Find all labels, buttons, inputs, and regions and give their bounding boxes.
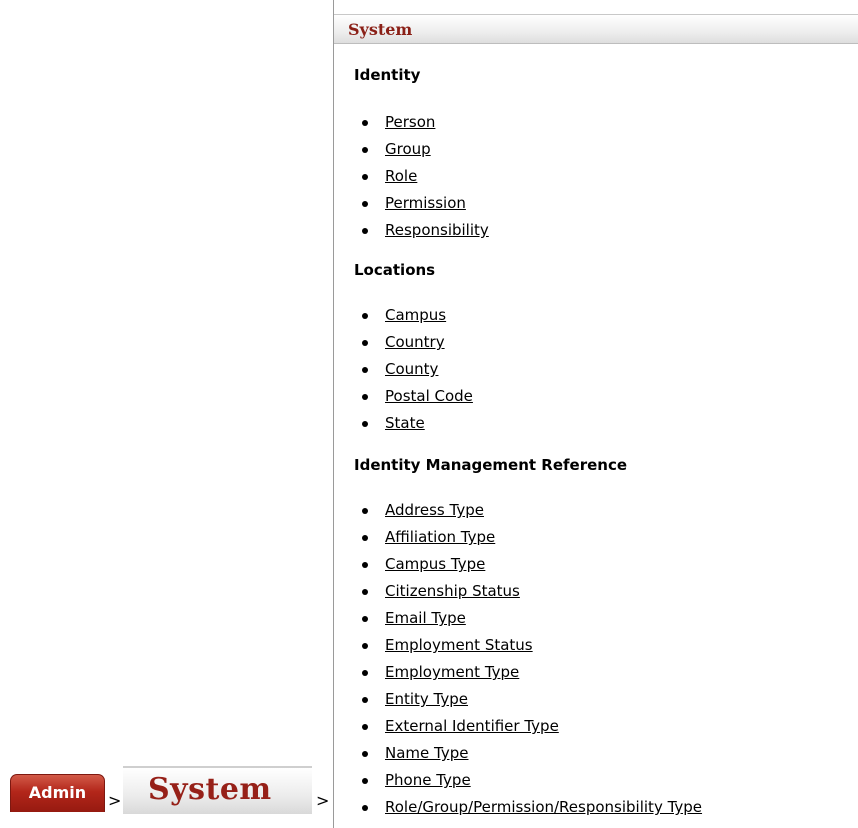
link-campus[interactable]: Campus <box>385 306 446 324</box>
system-tab-label: System <box>148 772 272 807</box>
link-address-type[interactable]: Address Type <box>385 501 484 519</box>
list-item: Postal Code <box>354 383 473 410</box>
link-campus-type[interactable]: Campus Type <box>385 555 485 573</box>
link-responsibility[interactable]: Responsibility <box>385 221 489 239</box>
link-phone-type[interactable]: Phone Type <box>385 771 471 789</box>
system-tab[interactable]: System <box>123 766 312 814</box>
list-item: Email Type <box>354 605 702 632</box>
list-item: County <box>354 356 473 383</box>
list-item: Name Type <box>354 740 702 767</box>
link-state[interactable]: State <box>385 414 425 432</box>
link-country[interactable]: Country <box>385 333 445 351</box>
link-postal-code[interactable]: Postal Code <box>385 387 473 405</box>
link-affiliation-type[interactable]: Affiliation Type <box>385 528 495 546</box>
list-item: Campus <box>354 302 473 329</box>
list-item: Entity Type <box>354 686 702 713</box>
link-external-identifier-type[interactable]: External Identifier Type <box>385 717 559 735</box>
link-name-type[interactable]: Name Type <box>385 744 468 762</box>
list-item: Group <box>354 136 489 163</box>
link-person[interactable]: Person <box>385 113 435 131</box>
list-item: Responsibility <box>354 217 489 244</box>
link-email-type[interactable]: Email Type <box>385 609 466 627</box>
list-item: Phone Type <box>354 767 702 794</box>
link-employment-type[interactable]: Employment Type <box>385 663 519 681</box>
link-employment-status[interactable]: Employment Status <box>385 636 533 654</box>
breadcrumb-separator: > <box>108 791 122 810</box>
breadcrumb-separator: > <box>316 791 330 810</box>
list-item: Role/Group/Permission/Responsibility Typ… <box>354 794 702 821</box>
list-item: Country <box>354 329 473 356</box>
list-item: Employment Type <box>354 659 702 686</box>
list-item: Address Type <box>354 497 702 524</box>
link-role[interactable]: Role <box>385 167 417 185</box>
list-item: Affiliation Type <box>354 524 702 551</box>
link-group[interactable]: Group <box>385 140 431 158</box>
identity-link-list: Person Group Role Permission Responsibil… <box>354 109 489 244</box>
panel-header: System <box>334 14 858 44</box>
section-title-locations: Locations <box>354 261 436 279</box>
list-item: Citizenship Status <box>354 578 702 605</box>
link-county[interactable]: County <box>385 360 438 378</box>
system-panel: System Identity Person Group Role Permis… <box>333 0 858 828</box>
list-item: State <box>354 410 473 437</box>
admin-tab[interactable]: Admin <box>10 774 105 812</box>
list-item: Campus Type <box>354 551 702 578</box>
section-title-identity-management-reference: Identity Management Reference <box>354 456 628 474</box>
list-item: Employment Status <box>354 632 702 659</box>
link-entity-type[interactable]: Entity Type <box>385 690 468 708</box>
list-item: Permission <box>354 190 489 217</box>
list-item: Role <box>354 163 489 190</box>
section-title-identity: Identity <box>354 66 421 84</box>
identity-management-link-list: Address Type Affiliation Type Campus Typ… <box>354 497 702 821</box>
locations-link-list: Campus Country County Postal Code State <box>354 302 473 437</box>
admin-tab-label: Admin <box>28 783 87 802</box>
list-item: External Identifier Type <box>354 713 702 740</box>
link-permission[interactable]: Permission <box>385 194 466 212</box>
link-role-group-permission-responsibility-type[interactable]: Role/Group/Permission/Responsibility Typ… <box>385 798 702 816</box>
list-item: Person <box>354 109 489 136</box>
panel-title: System <box>348 20 413 39</box>
link-citizenship-status[interactable]: Citizenship Status <box>385 582 520 600</box>
